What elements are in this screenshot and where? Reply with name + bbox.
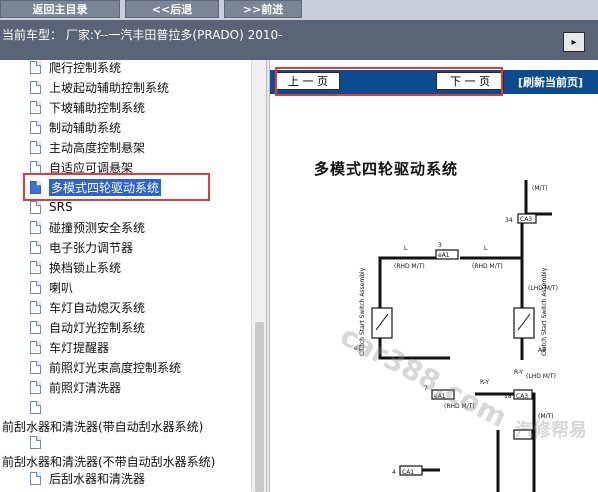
document-icon — [30, 180, 41, 194]
tree-item-19[interactable] — [30, 432, 49, 452]
arrow-right-icon: ▸ — [571, 36, 577, 48]
wire-label: L — [484, 245, 488, 252]
top-toolbar: 返回主目录 <<后退 >>前进 — [0, 0, 598, 20]
tree-item-10[interactable]: 换档锁止系统 — [30, 257, 121, 277]
scrollbar-thumb[interactable] — [255, 322, 264, 492]
document-icon — [30, 300, 41, 314]
connector-label: eA1 — [438, 252, 450, 259]
tree-item-17[interactable] — [30, 397, 49, 417]
wire-label: R-Y — [480, 379, 489, 386]
document-icon — [30, 120, 41, 134]
tree-item-1[interactable]: 上坡起动辅助控制系统 — [30, 77, 169, 97]
content-panel: 上 一 页 下 一 页 [刷新当前页] 多模式四轮驱动系统 (M/T) 34 C… — [270, 60, 598, 492]
forward-button[interactable]: >>前进 — [224, 0, 302, 18]
document-icon — [30, 280, 41, 294]
tree-item-selected[interactable]: 多模式四轮驱动系统 — [30, 177, 162, 197]
tree-item-12[interactable]: 车灯自动熄灭系统 — [30, 297, 145, 317]
tree-item-14[interactable]: 车灯提醒器 — [30, 337, 109, 357]
tree-item-11[interactable]: 喇叭 — [30, 277, 73, 297]
document-icon — [30, 340, 41, 354]
document-icon — [30, 435, 41, 449]
prev-page-button[interactable]: 上 一 页 — [276, 72, 340, 90]
document-icon — [30, 60, 41, 74]
connector-label: CA3 — [516, 393, 528, 400]
connector-label: CA3 — [520, 216, 532, 223]
document-icon — [30, 240, 41, 254]
pin-label: 34 — [505, 217, 513, 224]
document-icon — [30, 200, 41, 214]
pin-label: 4 — [392, 469, 396, 476]
document-icon — [30, 100, 41, 114]
tree-item-2[interactable]: 下坡辅助控制系统 — [30, 97, 145, 117]
connector-label: CA1 — [402, 469, 414, 476]
document-icon — [30, 380, 41, 394]
page-nav-bar: 上 一 页 下 一 页 [刷新当前页] — [270, 70, 598, 94]
wire-label: R-Y — [514, 369, 523, 376]
wire-label: L — [404, 245, 408, 252]
tree-item-8[interactable]: 碰撞预测安全系统 — [30, 217, 145, 237]
wire-label: (RHD M/T) — [394, 263, 425, 270]
tree-scrollbar[interactable] — [251, 60, 267, 492]
document-icon — [30, 320, 41, 334]
tree-item-5[interactable]: 自适应可调悬架 — [30, 157, 133, 177]
wiring-diagram: (M/T) 34 CA3 3 eA1 L L (RHD M/T) (RHD M/… — [354, 180, 558, 492]
document-icon — [30, 260, 41, 274]
wire-label: (M/T) — [532, 185, 548, 192]
back-to-main-button[interactable]: 返回主目录 — [0, 0, 120, 18]
document-icon — [30, 400, 41, 414]
pin-label: 18 — [504, 393, 512, 400]
tree-item-15[interactable]: 前照灯光束高度控制系统 — [30, 357, 181, 377]
next-page-button[interactable]: 下 一 页 — [436, 72, 504, 90]
component-label: Clutch Start Switch Assembly — [541, 267, 548, 356]
document-icon — [30, 140, 41, 154]
tree-item-7[interactable]: SRS — [30, 197, 73, 217]
tree-item-0[interactable]: 爬行控制系统 — [30, 60, 121, 77]
tree-item-3[interactable]: 制动辅助系统 — [30, 117, 121, 137]
document-icon — [30, 471, 41, 485]
current-car-model: 当前车型： 厂家:Y--一汽丰田普拉多(PRADO) 2010- — [2, 28, 283, 42]
back-button[interactable]: <<后退 — [125, 0, 219, 18]
tree-panel: 爬行控制系统 上坡起动辅助控制系统 下坡辅助控制系统 制动辅助系统 主动高度控制… — [0, 60, 266, 492]
panel-toggle-button[interactable]: ▸ — [563, 32, 585, 52]
document-icon — [30, 80, 41, 94]
tree-item-9[interactable]: 电子张力调节器 — [30, 237, 133, 257]
diagram-title: 多模式四轮驱动系统 — [314, 160, 459, 178]
tree-item-21[interactable]: 后刮水器和清洗器 — [30, 468, 145, 488]
watermark-text: 汽修帮易 — [515, 420, 587, 441]
car-model-bar: 当前车型： 厂家:Y--一汽丰田普拉多(PRADO) 2010- — [0, 20, 598, 60]
refresh-page-link[interactable]: [刷新当前页] — [518, 74, 583, 90]
pin-label: 3 — [438, 242, 442, 249]
tree-item-16[interactable]: 前照灯清洗器 — [30, 377, 121, 397]
wire-label: (RHD M/T) — [472, 263, 503, 270]
tree-item-4[interactable]: 主动高度控制悬架 — [30, 137, 145, 157]
document-icon — [30, 360, 41, 374]
document-icon — [30, 220, 41, 234]
tree-item-13[interactable]: 自动灯光控制系统 — [30, 317, 145, 337]
wire-label: (LHD M/T) — [526, 373, 556, 380]
document-icon — [30, 160, 41, 174]
